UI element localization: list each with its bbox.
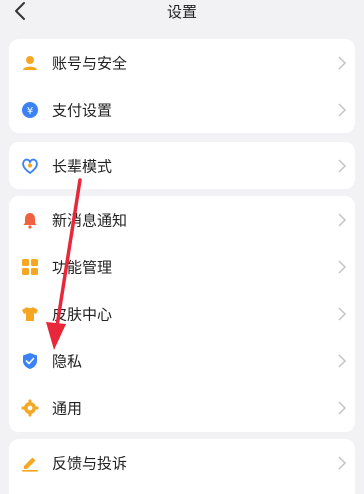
chevron-right-icon bbox=[338, 212, 347, 227]
settings-group-general: 新消息通知 功能管理 皮肤中心 隐私 通用 bbox=[9, 196, 355, 432]
feature-management-item[interactable]: 功能管理 bbox=[9, 243, 355, 290]
privacy-item[interactable]: 隐私 bbox=[9, 337, 355, 384]
settings-group-feedback: 反馈与投诉 bbox=[9, 439, 355, 494]
feedback-label: 反馈与投诉 bbox=[52, 454, 128, 472]
notifications-item[interactable]: 新消息通知 bbox=[9, 196, 355, 243]
account-security-label: 账号与安全 bbox=[52, 54, 128, 72]
payment-settings-label: 支付设置 bbox=[52, 101, 113, 119]
skin-center-item[interactable]: 皮肤中心 bbox=[9, 290, 355, 337]
chevron-right-icon bbox=[338, 55, 347, 70]
chevron-right-icon bbox=[338, 259, 347, 274]
chevron-right-icon bbox=[338, 158, 347, 173]
account-security-item[interactable]: 账号与安全 bbox=[9, 39, 355, 86]
feature-management-label: 功能管理 bbox=[52, 258, 113, 276]
privacy-label: 隐私 bbox=[52, 352, 83, 370]
bell-icon bbox=[23, 212, 37, 229]
svg-text:¥: ¥ bbox=[27, 106, 33, 117]
chevron-right-icon bbox=[338, 400, 347, 415]
grid-icon bbox=[22, 258, 38, 275]
top-bar: 设置 bbox=[0, 0, 364, 26]
shield-check-icon bbox=[23, 352, 37, 369]
chevron-right-icon bbox=[338, 455, 347, 470]
settings-group-account: 账号与安全 ¥ 支付设置 bbox=[9, 39, 355, 133]
skin-center-label: 皮肤中心 bbox=[52, 305, 113, 323]
gear-icon bbox=[21, 399, 39, 416]
chevron-right-icon bbox=[338, 306, 347, 321]
pencil-icon bbox=[22, 457, 38, 472]
payment-settings-item[interactable]: ¥ 支付设置 bbox=[9, 86, 355, 133]
chevron-right-icon bbox=[338, 353, 347, 368]
feedback-item[interactable]: 反馈与投诉 bbox=[9, 439, 355, 486]
elder-mode-item[interactable]: 长辈模式 bbox=[9, 142, 355, 189]
settings-group-elder: 长辈模式 bbox=[9, 142, 355, 189]
page-title: 设置 bbox=[166, 3, 197, 21]
chevron-right-icon bbox=[338, 102, 347, 117]
shirt-icon bbox=[22, 306, 38, 321]
notifications-label: 新消息通知 bbox=[52, 211, 128, 229]
user-icon bbox=[23, 55, 37, 70]
general-label: 通用 bbox=[52, 399, 83, 417]
yen-icon: ¥ bbox=[22, 101, 38, 118]
elder-mode-label: 长辈模式 bbox=[52, 157, 113, 175]
general-item[interactable]: 通用 bbox=[9, 384, 355, 431]
heart-badge-icon bbox=[22, 158, 38, 174]
